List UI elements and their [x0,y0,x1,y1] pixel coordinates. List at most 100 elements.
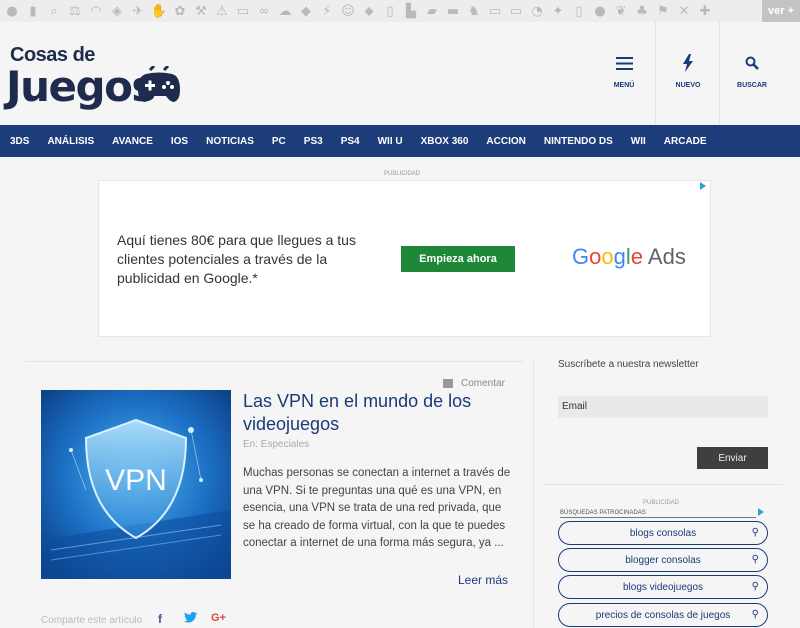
sponsored-search-button[interactable]: precios de consolas de juegos ⚲ [558,603,768,627]
user-icon[interactable]: ☺ [340,3,356,19]
sponsored-search-button[interactable]: blogs consolas ⚲ [558,521,768,545]
content-divider [25,361,523,362]
top-category-strip: ● ▮ ⌕ ⚖ ◠ ◈ ✈ ✋ ✿ ⚒ ⚠ ▭ ∞ ☁ ◆ ⚡ ☺ ⬥ ▯ ▙ ▰ ▬ ♞ ▭ ▭ ◔ ✦ ▯ ● ❦ ♣ ⚑ ✕ ✚ ver + [0,0,800,22]
sponsored-search-button[interactable]: blogs videojuegos ⚲ [558,575,768,599]
tv-icon[interactable]: ▭ [508,3,524,19]
gamepad-icon[interactable]: ▭ [235,3,251,19]
phone-icon[interactable]: ▯ [571,3,587,19]
car-icon[interactable]: ▬ [445,3,461,19]
google-ads-banner[interactable]: Aquí tienes 80€ para que llegues a tus c… [98,180,711,337]
comment-link[interactable]: Comentar [443,378,505,389]
newsletter-label: Suscríbete a nuestra newsletter [558,359,699,370]
nav-item-nintendo-ds[interactable]: NINTENDO DS [544,136,613,147]
ads-wordmark: Ads [647,244,686,269]
tools-icon[interactable]: ⚒ [193,3,209,19]
menu-button[interactable]: MENÚ [592,22,656,125]
bottle-icon[interactable]: ▯ [382,3,398,19]
clock-icon[interactable]: ◔ [529,3,545,19]
article-thumbnail[interactable]: VPN [41,390,231,579]
bell-icon[interactable]: ⚠ [214,3,230,19]
main-nav: 3DS ANÁLISIS AVANCE IOS NOTICIAS PC PS3 PS4 WII … [0,125,800,157]
scale-icon[interactable]: ⚖ [67,3,83,19]
comment-icon [443,379,453,388]
sponsored-search-button[interactable]: blogger consolas ⚲ [558,548,768,572]
sidebar-divider [533,361,534,628]
newsletter-submit-button[interactable]: Enviar [697,447,768,469]
lips-icon[interactable]: ◠ [88,3,104,19]
email-field[interactable]: Email [558,396,768,418]
facebook-icon[interactable]: f [158,612,162,626]
logo-line2: Juegos [6,62,156,111]
google-wordmark: Google [572,244,644,269]
health-icon[interactable]: ✚ [697,3,713,19]
ad-publicidad-label: PUBLICIDAD [384,171,421,177]
sponsored-search-label: blogs consolas [629,527,697,539]
article-excerpt: Muchas personas se conectan a internet a… [243,467,511,549]
diamond-icon[interactable]: ◆ [298,3,314,19]
tag-icon[interactable]: ⬥ [361,3,377,19]
nav-item-avance[interactable]: AVANCE [112,136,153,147]
sponsored-search-label: precios de consolas de juegos [595,609,731,621]
search-icon: ⚲ [751,554,759,565]
building-icon[interactable]: ▙ [403,3,419,19]
read-more-link[interactable]: Leer más [458,573,508,587]
nav-item-wii-u[interactable]: WII U [378,136,403,147]
google-ads-logo: Google Ads [572,244,686,270]
search-icon[interactable]: ⌕ [46,3,62,19]
adchoices-icon[interactable] [699,182,707,190]
article-title[interactable]: Las VPN en el mundo de los videojuegos [243,390,513,436]
book-icon[interactable]: ▮ [25,3,41,19]
sponsored-search-label: blogger consolas [625,554,701,566]
gear-icon[interactable]: ✿ [172,3,188,19]
ver-mas-button[interactable]: ver + [762,0,800,22]
buscar-label: BUSCAR [737,82,767,89]
site-header: Cosas de Juegos MENÚ NUEVO BUSCAR [0,22,800,125]
sponsored-searches: BÚSQUEDAS PATROCINADAS [560,508,765,518]
bolt-icon[interactable]: ⚡ [319,3,335,19]
buscar-button[interactable]: BUSCAR [720,22,784,125]
nav-item-ps4[interactable]: PS4 [341,136,360,147]
cloud-icon[interactable]: ☁ [277,3,293,19]
nav-item-xbox-360[interactable]: XBOX 360 [421,136,469,147]
ad-cta-button[interactable]: Empieza ahora [401,246,515,272]
nav-item-ps3[interactable]: PS3 [304,136,323,147]
sponsored-search-label: blogs videojuegos [622,581,704,593]
sport-icon[interactable]: ♣ [634,3,650,19]
leaf-icon[interactable]: ❦ [613,3,629,19]
vpn-image-text: VPN [105,464,167,497]
search-icon [745,52,759,74]
hand-icon[interactable]: ✋ [151,3,167,19]
run-icon[interactable]: ✦ [550,3,566,19]
card-icon[interactable]: ▭ [487,3,503,19]
bag-icon[interactable]: ▰ [424,3,440,19]
nav-item-ios[interactable]: IOS [171,136,188,147]
lightning-icon [682,52,694,74]
nav-item-noticias[interactable]: NOTICIAS [206,136,254,147]
sidebar-divider [543,484,783,485]
nuevo-button[interactable]: NUEVO [656,22,720,125]
nav-item-accion[interactable]: ACCION [486,136,525,147]
nav-item-wii[interactable]: WII [631,136,646,147]
nav-item-análisis[interactable]: ANÁLISIS [47,136,94,147]
puzzle-icon[interactable]: ◈ [109,3,125,19]
apple2-icon[interactable]: ● [592,3,608,19]
google-plus-icon[interactable]: G+ [211,612,226,624]
apple-icon[interactable]: ● [4,3,20,19]
hamburger-icon [615,52,633,74]
search-icon: ⚲ [751,609,759,620]
flag-icon[interactable]: ⚑ [655,3,671,19]
sponsored-searches-title: BÚSQUEDAS PATROCINADAS [560,510,756,518]
nav-item-3ds[interactable]: 3DS [10,136,29,147]
nav-item-pc[interactable]: PC [272,136,286,147]
runner-icon[interactable]: ♞ [466,3,482,19]
plane-icon[interactable]: ✈ [130,3,146,19]
article-category[interactable]: En: Especiales [243,439,309,450]
gamepad-logo-icon [138,66,180,102]
nuevo-label: NUEVO [675,82,701,89]
link-icon[interactable]: ∞ [256,3,272,19]
adchoices-icon[interactable] [757,508,765,516]
site-logo[interactable]: Cosas de Juegos [6,42,186,117]
twitter-icon[interactable] [184,612,197,626]
cross-icon[interactable]: ✕ [676,3,692,19]
nav-item-arcade[interactable]: ARCADE [664,136,707,147]
